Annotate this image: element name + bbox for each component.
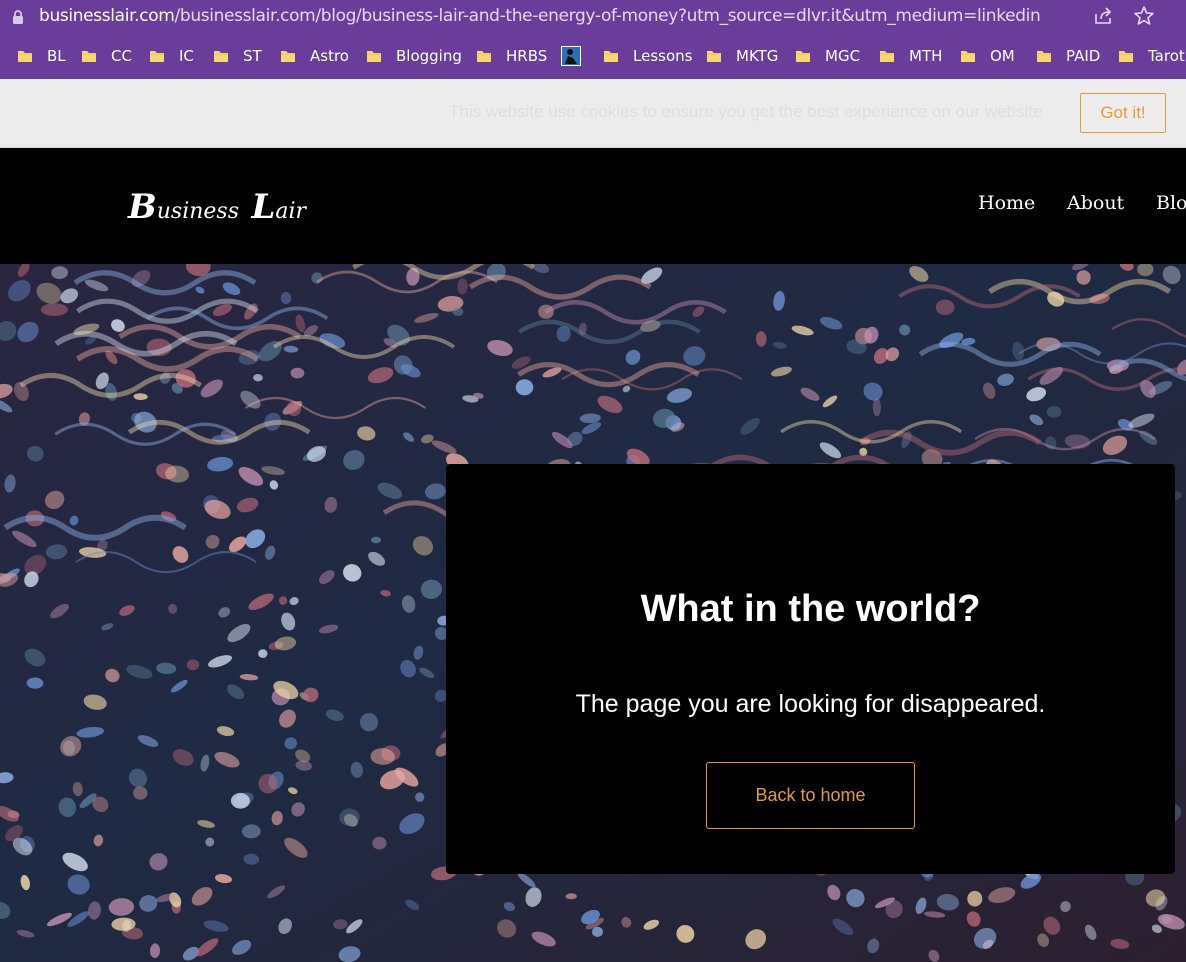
url-text[interactable]: businesslair.com/businesslair.com/blog/b… bbox=[39, 6, 1041, 26]
folder-icon bbox=[1119, 51, 1133, 62]
site-logo[interactable]: Business Lair bbox=[128, 187, 306, 227]
bookmark-astro[interactable]: Astro bbox=[280, 46, 349, 66]
folder-icon bbox=[214, 51, 228, 62]
folder-icon bbox=[367, 51, 381, 62]
bookmark-ic[interactable]: IC bbox=[149, 46, 194, 66]
texture-blob bbox=[872, 398, 881, 417]
bookmark-mktg[interactable]: MKTG bbox=[706, 46, 778, 66]
folder-icon bbox=[604, 51, 618, 62]
browser-url-bar[interactable]: businesslair.com/businesslair.com/blog/b… bbox=[0, 0, 1186, 33]
logo-word-rest: usiness bbox=[156, 199, 240, 224]
bookmark-mgc[interactable]: MGC bbox=[795, 46, 860, 66]
folder-icon bbox=[1037, 51, 1051, 62]
share-icon[interactable] bbox=[1093, 6, 1115, 26]
error-title: What in the world? bbox=[640, 588, 981, 630]
bookmark-label: IC bbox=[179, 47, 194, 65]
bookmark-om[interactable]: OM bbox=[960, 46, 1015, 66]
texture-blob bbox=[592, 926, 603, 938]
bookmark-bl[interactable]: BL bbox=[17, 46, 66, 66]
folder-icon bbox=[18, 51, 32, 62]
url-host: businesslair.com bbox=[39, 6, 175, 26]
main-nav: Home About Blog bbox=[978, 192, 1186, 218]
cookie-message: This website use cookies to ensure you g… bbox=[449, 102, 1043, 121]
bookmark-paid[interactable]: PAID bbox=[1036, 46, 1100, 66]
site-header: Business Lair Home About Blog bbox=[0, 148, 1186, 264]
bookmark-label: Lessons bbox=[633, 47, 693, 65]
bookmark-label: Astro bbox=[310, 47, 349, 65]
bookmark-label: Blogging bbox=[396, 47, 462, 65]
error-card: What in the world? The page you are look… bbox=[446, 464, 1175, 874]
bookmark-blogging[interactable]: Blogging bbox=[366, 46, 462, 66]
folder-icon bbox=[707, 51, 721, 62]
nav-home[interactable]: Home bbox=[978, 192, 1035, 214]
bookmarks-bar: BL CC IC ST Astro Blogging HRBS Lessons bbox=[0, 33, 1186, 79]
folder-icon bbox=[82, 51, 96, 62]
site-favicon-icon bbox=[561, 46, 581, 66]
error-subtitle: The page you are looking for disappeared… bbox=[575, 690, 1046, 718]
logo-word-rest: air bbox=[275, 199, 307, 224]
bookmark-label: CC bbox=[111, 47, 132, 65]
bookmark-label: ST bbox=[243, 47, 262, 65]
folder-icon bbox=[961, 51, 975, 62]
bookmark-cc[interactable]: CC bbox=[81, 46, 132, 66]
folder-icon bbox=[281, 51, 295, 62]
bookmark-lessons[interactable]: Lessons bbox=[603, 46, 692, 66]
bookmark-label: HRBS bbox=[506, 47, 548, 65]
folder-icon bbox=[880, 51, 894, 62]
folder-icon bbox=[796, 51, 810, 62]
folder-icon bbox=[477, 51, 491, 62]
bookmark-label: MKTG bbox=[736, 47, 779, 65]
bookmark-site[interactable] bbox=[561, 46, 581, 66]
nav-about[interactable]: About bbox=[1067, 192, 1124, 214]
cookie-banner: This website use cookies to ensure you g… bbox=[0, 79, 1186, 148]
bookmark-label: MGC bbox=[825, 47, 861, 65]
star-icon[interactable] bbox=[1133, 5, 1155, 27]
bookmark-st[interactable]: ST bbox=[213, 46, 262, 66]
bookmark-mth[interactable]: MTH bbox=[879, 46, 942, 66]
logo-letter: L bbox=[251, 187, 276, 227]
bookmark-label: BL bbox=[47, 47, 66, 65]
url-path: /businesslair.com/blog/business-lair-and… bbox=[174, 6, 1041, 26]
back-to-home-button[interactable]: Back to home bbox=[706, 762, 915, 829]
nav-blog[interactable]: Blog bbox=[1156, 192, 1186, 214]
bookmark-label: Tarot bbox=[1148, 47, 1185, 65]
folder-icon bbox=[150, 51, 164, 62]
cookie-accept-button[interactable]: Got it! bbox=[1080, 93, 1166, 133]
logo-letter: B bbox=[128, 187, 157, 227]
lock-icon bbox=[13, 10, 23, 24]
texture-blob bbox=[40, 303, 68, 316]
bookmark-label: MTH bbox=[909, 47, 943, 65]
bookmark-label: PAID bbox=[1066, 47, 1101, 65]
bookmark-tarot[interactable]: Tarot bbox=[1118, 46, 1185, 66]
bookmark-hrbs[interactable]: HRBS bbox=[476, 46, 547, 66]
bookmark-label: OM bbox=[990, 47, 1015, 65]
